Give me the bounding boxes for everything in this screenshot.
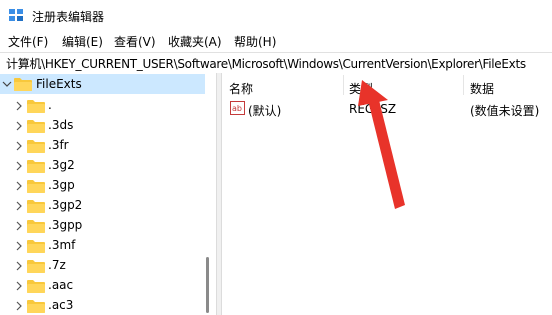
address-bar[interactable]: 计算机\HKEY_CURRENT_USER\Software\Microsoft… xyxy=(0,52,552,74)
tree-item-label: .3g2 xyxy=(48,158,75,172)
tree-item-label: . xyxy=(48,98,52,112)
chevron-right-icon[interactable] xyxy=(14,100,24,112)
chevron-right-icon[interactable] xyxy=(14,240,24,252)
folder-icon xyxy=(27,220,45,233)
tree-item[interactable]: .3g2 xyxy=(0,156,205,176)
tree-item[interactable]: .3gpp xyxy=(0,216,205,236)
tree-item[interactable]: .3fr xyxy=(0,136,205,156)
tree-item[interactable]: .3gp2 xyxy=(0,196,205,216)
menu-favorites[interactable]: 收藏夹(A) xyxy=(168,33,222,50)
tree-item[interactable]: .3mf xyxy=(0,236,205,256)
folder-icon xyxy=(27,240,45,253)
tree-item-label: FileExts xyxy=(36,77,82,91)
string-value-icon: ab xyxy=(230,101,245,115)
chevron-right-icon[interactable] xyxy=(14,220,24,232)
svg-text:ab: ab xyxy=(232,104,242,113)
chevron-right-icon[interactable] xyxy=(14,280,24,292)
tree-item-label: .3mf xyxy=(48,238,76,252)
folder-icon xyxy=(27,280,45,293)
tree-item-label: .3gp xyxy=(48,178,75,192)
chevron-down-icon[interactable] xyxy=(2,78,12,90)
folder-icon xyxy=(27,160,45,173)
chevron-right-icon[interactable] xyxy=(14,120,24,132)
menu-edit[interactable]: 编辑(E) xyxy=(62,33,103,50)
menu-view[interactable]: 查看(V) xyxy=(114,33,156,50)
tree-item-label: .ac3 xyxy=(48,298,74,312)
chevron-right-icon[interactable] xyxy=(14,140,24,152)
menu-bar: 文件(F) 编辑(E) 查看(V) 收藏夹(A) 帮助(H) xyxy=(0,30,552,52)
value-name: (默认) xyxy=(248,104,282,118)
tree-item-label: .3ds xyxy=(48,118,74,132)
column-separator[interactable] xyxy=(343,75,344,95)
tree-item[interactable]: .3ds xyxy=(0,116,205,136)
regedit-app-icon xyxy=(9,9,23,21)
value-row[interactable]: ab (默认) REG_SZ (数值未设置) xyxy=(222,99,552,119)
tree-item[interactable]: .3gp xyxy=(0,176,205,196)
address-path[interactable]: 计算机\HKEY_CURRENT_USER\Software\Microsoft… xyxy=(6,55,526,72)
tree-scrollbar-thumb[interactable] xyxy=(206,257,209,313)
folder-icon xyxy=(27,300,45,313)
tree-item[interactable]: .ac3 xyxy=(0,296,205,315)
tree-item-label: .7z xyxy=(48,258,66,272)
folder-icon xyxy=(27,260,45,273)
tree-item[interactable]: . xyxy=(0,96,205,116)
tree-item-label: .3gp2 xyxy=(48,198,83,212)
chevron-right-icon[interactable] xyxy=(14,160,24,172)
chevron-right-icon[interactable] xyxy=(14,260,24,272)
tree-pane: FileExts . .3ds .3fr .3g2 .3gp .3gp2 .3g… xyxy=(0,73,216,315)
tree-item[interactable]: .aac xyxy=(0,276,205,296)
values-pane: 名称 类型 数据 ab (默认) REG_SZ (数值未设置) xyxy=(222,73,552,315)
folder-icon xyxy=(14,78,32,91)
tree-item-label: .3gpp xyxy=(48,218,83,232)
folder-icon xyxy=(27,200,45,213)
folder-icon xyxy=(27,100,45,113)
chevron-right-icon[interactable] xyxy=(14,180,24,192)
tree-item-label: .3fr xyxy=(48,138,69,152)
folder-icon xyxy=(27,140,45,153)
title-bar: 注册表编辑器 xyxy=(0,0,552,30)
folder-icon xyxy=(27,120,45,133)
folder-icon xyxy=(27,180,45,193)
tree-item-label: .aac xyxy=(48,278,74,292)
column-separator[interactable] xyxy=(463,75,464,95)
chevron-right-icon[interactable] xyxy=(14,300,24,312)
menu-file[interactable]: 文件(F) xyxy=(8,33,48,50)
value-type: REG_SZ xyxy=(349,102,397,116)
tree-item-fileexts[interactable]: FileExts xyxy=(0,74,205,94)
value-data: (数值未设置) xyxy=(470,104,540,118)
window-title: 注册表编辑器 xyxy=(32,10,105,24)
tree-item[interactable]: .7z xyxy=(0,256,205,276)
chevron-right-icon[interactable] xyxy=(14,200,24,212)
menu-help[interactable]: 帮助(H) xyxy=(234,33,276,50)
